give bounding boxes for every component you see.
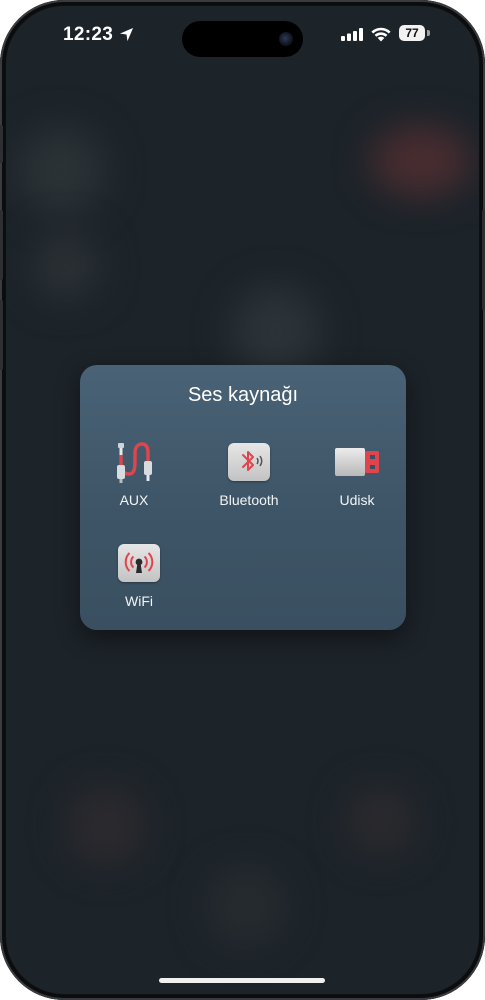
battery-icon <box>427 30 430 36</box>
source-label: Udisk <box>339 492 375 508</box>
aux-cable-icon <box>117 442 152 483</box>
dialog-title: Ses kaynağı <box>187 384 299 406</box>
battery-indicator: 77 <box>399 25 425 41</box>
screen: 12:23 77 Ses kaynağı AUX Bluetooth Udisk… <box>6 6 479 994</box>
background-blur <box>31 231 101 301</box>
dynamic-island <box>182 21 303 57</box>
source-bluetooth[interactable]: Bluetooth <box>204 441 294 521</box>
usb-drive-icon <box>335 448 379 476</box>
volume-down-button <box>0 300 3 370</box>
home-indicator[interactable] <box>159 978 325 983</box>
audio-source-dialog: Ses kaynağı AUX Bluetooth Udisk WiFi <box>80 365 406 630</box>
source-wifi[interactable]: WiFi <box>94 542 184 622</box>
phone-frame: 12:23 77 Ses kaynağı AUX Bluetooth Udisk… <box>0 0 485 1000</box>
volume-up-button <box>0 210 3 280</box>
front-camera <box>279 32 293 46</box>
wifi-broadcast-icon <box>115 542 163 584</box>
background-blur <box>231 286 321 376</box>
location-arrow-icon <box>119 27 134 42</box>
background-blur <box>371 126 471 196</box>
background-blur <box>16 126 106 216</box>
status-time: 12:23 <box>63 24 114 45</box>
source-label: AUX <box>119 492 149 508</box>
wifi-icon <box>371 27 391 42</box>
source-label: WiFi <box>125 593 153 609</box>
action-button <box>0 125 3 163</box>
status-bar: 12:23 77 <box>6 6 479 58</box>
cellular-signal-icon <box>341 28 363 41</box>
source-udisk[interactable]: Udisk <box>312 441 402 521</box>
background-blur <box>206 866 286 946</box>
background-blur <box>66 786 146 866</box>
source-label: Bluetooth <box>219 492 279 508</box>
background-blur <box>346 786 416 856</box>
source-aux[interactable]: AUX <box>89 441 179 521</box>
bluetooth-icon <box>225 441 273 483</box>
